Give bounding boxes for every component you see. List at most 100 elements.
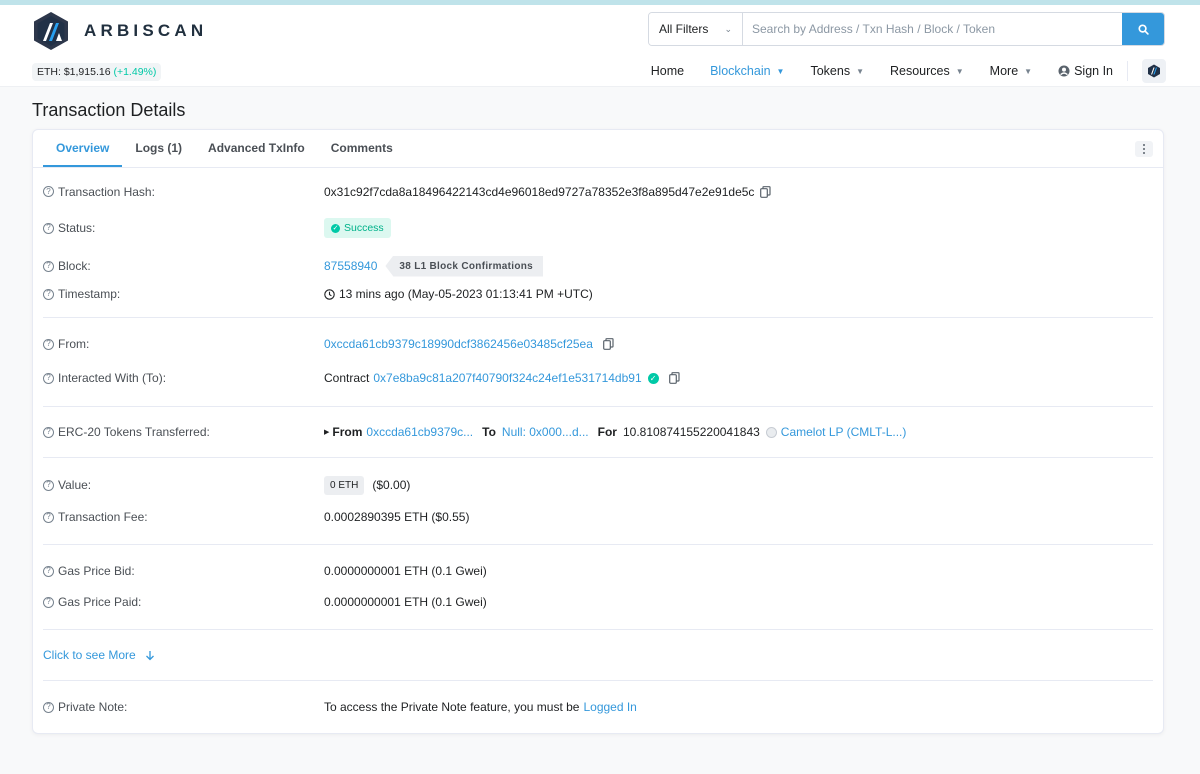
help-icon[interactable]: ? xyxy=(43,288,54,300)
interacted-with-label: Interacted With (To): xyxy=(58,371,167,385)
erc20-from-link[interactable]: 0xccda61cb9379c... xyxy=(366,425,473,439)
see-more-link[interactable]: Click to see More xyxy=(43,648,155,662)
transaction-card: Overview Logs (1) Advanced TxInfo Commen… xyxy=(32,129,1164,734)
eth-price-badge: ETH: $1,915.16 (+1.49%) xyxy=(32,63,162,81)
value-wrap: 0 ETH ($0.00) xyxy=(324,475,411,495)
user-circle-icon xyxy=(1058,65,1070,77)
eth-price-change: (+1.49%) xyxy=(113,66,157,78)
gas-price-paid: 0.0000000001 ETH (0.1 Gwei) xyxy=(324,595,487,609)
tab-comments[interactable]: Comments xyxy=(318,130,406,167)
from-address-link[interactable]: 0xccda61cb9379c18990dcf3862456e03485cf25… xyxy=(324,337,593,351)
value-wrap: ✓ Success xyxy=(324,218,391,238)
nav-tokens[interactable]: Tokens ▼ xyxy=(810,64,864,78)
label-wrap: ? Gas Price Bid: xyxy=(43,564,324,578)
token-logo-icon xyxy=(765,426,777,438)
nav-resources[interactable]: Resources ▼ xyxy=(890,64,964,78)
gas-price-bid: 0.0000000001 ETH (0.1 Gwei) xyxy=(324,564,487,578)
tab-logs[interactable]: Logs (1) xyxy=(122,130,195,167)
label-wrap: ? ERC-20 Tokens Transferred: xyxy=(43,425,324,439)
row-from: ? From: 0xccda61cb9379c18990dcf3862456e03… xyxy=(43,318,1153,368)
row-interacted-with: ? Interacted With (To): Contract 0x7e8ba9… xyxy=(43,368,1153,406)
transaction-hash: 0x31c92f7cda8a18496422143cd4e96018ed9727… xyxy=(324,184,755,199)
nav-more[interactable]: More ▼ xyxy=(990,64,1032,78)
from-label: From: xyxy=(58,337,90,351)
help-icon[interactable]: ? xyxy=(43,338,54,350)
copy-icon[interactable] xyxy=(668,372,680,384)
private-note-label: Private Note: xyxy=(58,700,128,714)
help-icon[interactable]: ? xyxy=(43,596,54,608)
help-icon[interactable]: ? xyxy=(43,701,54,713)
label-wrap: ? Private Note: xyxy=(43,700,324,714)
timestamp-label: Timestamp: xyxy=(58,287,121,301)
value-usd: ($0.00) xyxy=(372,478,411,492)
arbitrum-icon xyxy=(1148,64,1160,78)
value-wrap: 0xccda61cb9379c18990dcf3862456e03485cf25… xyxy=(324,337,614,351)
label-wrap: ? From: xyxy=(43,337,324,351)
row-timestamp: ? Timestamp: 13 mins ago (May-05-2023 01:… xyxy=(43,287,1153,317)
search-filter-select[interactable]: All Filters ⌄ xyxy=(649,13,743,45)
row-transaction-fee: ? Transaction Fee: 0.0002890395 ETH ($0.5… xyxy=(43,510,1153,544)
copy-icon[interactable] xyxy=(760,185,772,198)
check-circle-icon: ✓ xyxy=(331,223,340,233)
erc20-to-keyword: To xyxy=(482,425,496,439)
arrow-down-icon xyxy=(145,650,154,660)
block-number-link[interactable]: 87558940 xyxy=(324,259,377,273)
help-icon[interactable]: ? xyxy=(43,426,54,438)
contract-prefix: Contract xyxy=(324,371,370,385)
help-icon[interactable]: ? xyxy=(43,565,54,577)
timestamp: 13 mins ago (May-05-2023 01:13:41 PM +UT… xyxy=(339,287,593,301)
nav-tokens-label: Tokens xyxy=(810,64,851,78)
transaction-fee: 0.0002890395 ETH ($0.55) xyxy=(324,510,470,524)
help-icon[interactable]: ? xyxy=(43,260,54,272)
help-icon[interactable]: ? xyxy=(43,479,54,491)
help-icon[interactable]: ? xyxy=(43,186,54,197)
row-value: ? Value: 0 ETH ($0.00) xyxy=(43,458,1153,510)
contract-address-link[interactable]: 0x7e8ba9c81a207f40790f324c24ef1e531714db… xyxy=(373,371,641,385)
copy-icon[interactable] xyxy=(603,338,614,350)
nav-blockchain[interactable]: Blockchain ▼ xyxy=(710,64,784,78)
label-wrap: ? Block: xyxy=(43,259,324,273)
filter-label: All Filters xyxy=(659,22,709,36)
see-more-label: Click to see More xyxy=(43,648,136,662)
value-wrap: 13 mins ago (May-05-2023 01:13:41 PM +UT… xyxy=(324,287,593,301)
nav-blockchain-label: Blockchain xyxy=(710,64,771,78)
kebab-dot xyxy=(1143,144,1145,146)
search-input[interactable] xyxy=(743,13,1122,45)
network-switch-button[interactable] xyxy=(1142,59,1166,83)
sign-in-label: Sign In xyxy=(1074,64,1113,78)
erc20-label: ERC-20 Tokens Transferred: xyxy=(58,425,210,439)
chevron-down-icon: ▼ xyxy=(955,66,964,76)
verified-check-icon: ✓ xyxy=(647,372,659,384)
erc20-token-link[interactable]: Camelot LP (CMLT-L...) xyxy=(781,425,907,439)
more-options-button[interactable] xyxy=(1135,141,1153,157)
search-button[interactable] xyxy=(1122,13,1164,45)
logged-in-link[interactable]: Logged In xyxy=(583,700,636,714)
erc20-to-link[interactable]: Null: 0x000...d... xyxy=(502,425,589,439)
tab-overview[interactable]: Overview xyxy=(43,130,123,167)
value-label: Value: xyxy=(58,478,92,492)
nav-home[interactable]: Home xyxy=(651,64,684,78)
help-icon[interactable]: ? xyxy=(43,222,54,234)
transaction-hash-label: Transaction Hash: xyxy=(58,184,155,199)
row-gas-price-paid: ? Gas Price Paid: 0.0000000001 ETH (0.1 G… xyxy=(43,595,1153,629)
erc20-from-keyword: From xyxy=(332,425,363,439)
caret-right-icon: ▶ xyxy=(324,429,330,436)
row-erc20-transfers: ? ERC-20 Tokens Transferred: ▶ From 0xccd… xyxy=(43,407,1153,457)
search-icon xyxy=(1137,23,1149,35)
value-wrap: 87558940 38 L1 Block Confirmations xyxy=(324,255,544,277)
token-transfer-line: ▶ From 0xccda61cb9379c... To Null: 0x000… xyxy=(324,425,906,439)
row-transaction-hash: ? Transaction Hash: 0x31c92f7cda8a1849642… xyxy=(43,168,1153,211)
site-logo[interactable]: ARBISCAN xyxy=(32,11,207,51)
erc20-for-keyword: For xyxy=(597,425,617,439)
gas-bid-label: Gas Price Bid: xyxy=(58,564,135,578)
details-body: ? Transaction Hash: 0x31c92f7cda8a1849642… xyxy=(33,168,1163,733)
nav-sign-in[interactable]: Sign In xyxy=(1058,64,1113,78)
help-icon[interactable]: ? xyxy=(43,372,54,384)
tab-advanced-txinfo[interactable]: Advanced TxInfo xyxy=(195,130,318,167)
row-private-note: ? Private Note: To access the Private Not… xyxy=(43,681,1153,733)
clock-icon xyxy=(324,288,335,300)
value-eth-badge: 0 ETH xyxy=(324,475,365,495)
status-badge: ✓ Success xyxy=(324,218,391,238)
value-wrap: To access the Private Note feature, you … xyxy=(324,700,637,714)
help-icon[interactable]: ? xyxy=(43,511,54,523)
